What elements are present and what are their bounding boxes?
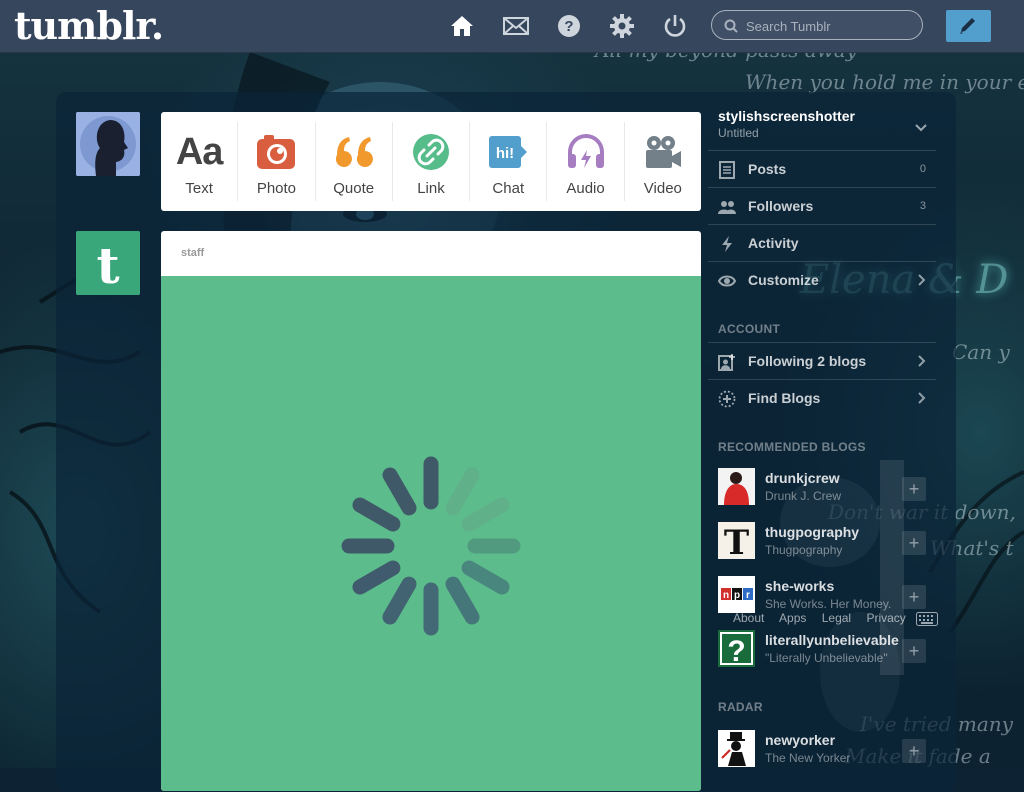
loading-spinner-icon [341, 456, 521, 636]
post-type-quote[interactable]: Quote [316, 122, 393, 201]
eye-icon [718, 275, 736, 287]
keyboard-icon[interactable] [916, 612, 938, 626]
follow-plus-button[interactable]: + [902, 531, 926, 555]
post-type-text[interactable]: Aa Text [161, 122, 239, 201]
settings-icon[interactable] [610, 14, 634, 38]
post-type-video[interactable]: Video [625, 122, 701, 201]
post-type-chat[interactable]: hi! Chat [470, 122, 548, 201]
sidebar-item-activity[interactable]: Activity [708, 224, 936, 261]
search-input[interactable] [744, 16, 918, 36]
background-lyric: All my beyond pasts away [595, 52, 857, 62]
tumblr-logo[interactable]: tumblr. [14, 3, 164, 48]
background-lyric: When you hold me in your e [745, 70, 1024, 94]
blog-avatar[interactable] [718, 730, 755, 767]
photo-icon [238, 130, 314, 174]
chevron-right-icon [918, 392, 926, 404]
background-lyric: Can y [952, 340, 1010, 364]
post-author[interactable]: staff [161, 231, 701, 275]
video-icon [625, 130, 701, 174]
blog-title: Untitled [718, 126, 759, 140]
text-icon: Aa [175, 130, 224, 173]
pencil-icon [960, 18, 975, 34]
sidebar-item-find-blogs[interactable]: Find Blogs [708, 379, 936, 416]
svg-text:T: T [724, 523, 749, 559]
help-icon[interactable]: ? [557, 14, 581, 38]
post-type-photo[interactable]: Photo [238, 122, 316, 201]
followers-icon [718, 201, 736, 214]
compass-icon [718, 390, 736, 408]
chat-icon: hi! [470, 130, 546, 174]
power-icon[interactable] [663, 14, 687, 38]
footer-link-about[interactable]: About [733, 611, 764, 625]
blog-avatar[interactable]: ? [718, 630, 755, 667]
footer-link-apps[interactable]: Apps [779, 611, 806, 625]
post-content [161, 276, 701, 791]
posts-count: 0 [919, 163, 926, 175]
post-type-link[interactable]: Link [393, 122, 471, 201]
svg-text:?: ? [564, 18, 573, 35]
quote-icon [316, 130, 392, 174]
sidebar-blog-header[interactable]: stylishscreenshotter Untitled [718, 108, 938, 140]
sidebar-item-following[interactable]: Following 2 blogs [708, 342, 936, 379]
footer-link-privacy[interactable]: Privacy [866, 611, 905, 625]
search-icon [724, 19, 738, 33]
blog-avatar[interactable] [718, 468, 755, 505]
mail-icon[interactable] [503, 14, 529, 38]
radar-blog[interactable]: newyorker The New Yorker + [708, 730, 936, 784]
svg-text:t: t [96, 236, 119, 295]
followers-count: 3 [919, 200, 926, 212]
post-type-bar: Aa Text Photo Quote Link hi! Chat Audio [161, 112, 701, 211]
post-type-audio[interactable]: Audio [547, 122, 625, 201]
footer-links: About Apps Legal Privacy [733, 611, 918, 625]
dashboard-post: staff [161, 231, 701, 791]
recommended-blog[interactable]: drunkjcrew Drunk J. Crew + [708, 468, 936, 522]
top-header: tumblr. ? [0, 0, 1024, 53]
blog-name: stylishscreenshotter [718, 108, 855, 124]
search-box[interactable] [711, 10, 923, 40]
svg-text:n: n [723, 590, 729, 601]
blog-avatar[interactable]: T [718, 522, 755, 559]
following-icon [718, 354, 735, 371]
sidebar-item-posts[interactable]: Posts 0 [708, 150, 936, 187]
chevron-down-icon[interactable] [915, 124, 927, 132]
user-avatar[interactable] [76, 112, 140, 176]
radar-section-title: RADAR [718, 700, 763, 714]
chevron-right-icon [918, 355, 926, 367]
recommended-blog[interactable]: T thugpography Thugpography + [708, 522, 936, 576]
recommended-section-title: RECOMMENDED BLOGS [718, 440, 866, 454]
posts-icon [719, 161, 735, 179]
footer-link-legal[interactable]: Legal [822, 611, 851, 625]
activity-icon [722, 236, 732, 252]
recommended-blog[interactable]: ? literallyunbelievable "Literally Unbel… [708, 630, 936, 684]
follow-plus-button[interactable]: + [902, 585, 926, 609]
follow-plus-button[interactable]: + [902, 477, 926, 501]
blog-avatar[interactable]: npr [718, 576, 755, 613]
chevron-right-icon [918, 274, 926, 286]
link-icon [393, 130, 469, 174]
home-icon[interactable] [450, 14, 474, 38]
follow-plus-button[interactable]: + [902, 639, 926, 663]
follow-plus-button[interactable]: + [902, 739, 926, 763]
svg-text:hi!: hi! [496, 145, 514, 162]
staff-avatar[interactable]: t [76, 231, 140, 295]
compose-button[interactable] [946, 10, 991, 42]
audio-icon [547, 130, 623, 174]
sidebar-item-customize[interactable]: Customize [708, 261, 936, 298]
account-section-title: ACCOUNT [718, 322, 781, 336]
svg-text:p: p [734, 590, 740, 601]
sidebar-item-followers[interactable]: Followers 3 [708, 187, 936, 224]
svg-text:r: r [746, 590, 750, 601]
svg-text:?: ? [727, 635, 745, 667]
